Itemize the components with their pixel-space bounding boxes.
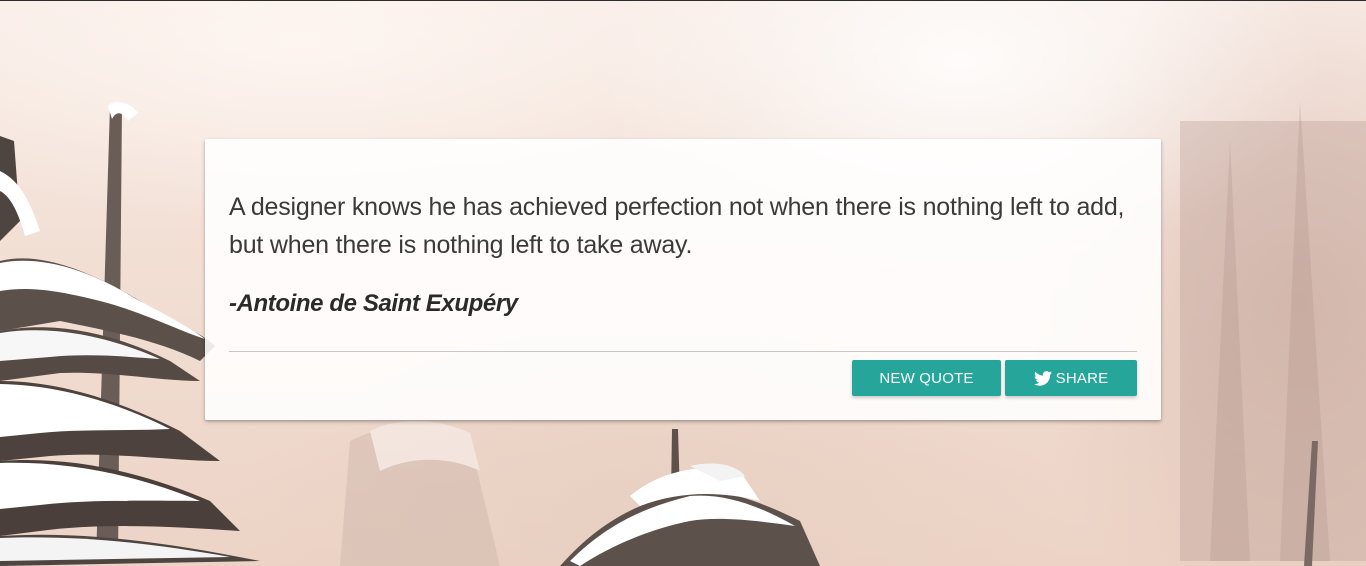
- share-label: SHARE: [1055, 369, 1109, 387]
- new-quote-label: NEW QUOTE: [879, 369, 974, 387]
- quote-text: A designer knows he has achieved perfect…: [229, 193, 1125, 259]
- quote-author: -Antoine de Saint Exupéry: [229, 290, 518, 317]
- share-button[interactable]: SHARE: [1005, 360, 1137, 396]
- quote-card: A designer knows he has achieved perfect…: [205, 139, 1161, 420]
- twitter-icon: [1033, 370, 1052, 386]
- card-divider: [229, 351, 1137, 352]
- new-quote-button[interactable]: NEW QUOTE: [852, 360, 1001, 396]
